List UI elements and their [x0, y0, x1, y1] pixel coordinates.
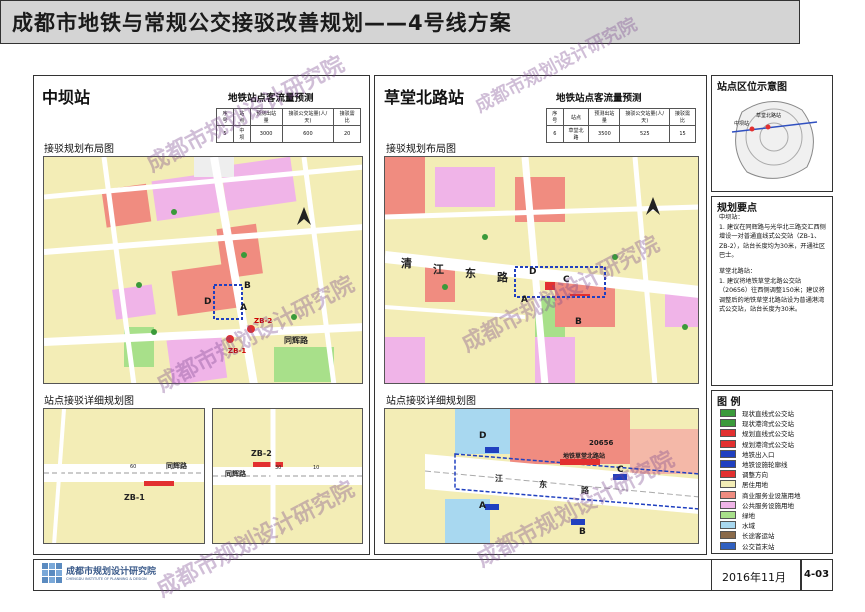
detail-exit-d-label: D	[479, 431, 487, 441]
note-line: 草堂北路站：	[719, 268, 757, 276]
detail-exit-a-label: A	[479, 501, 486, 511]
legend-swatch	[720, 490, 736, 499]
legend-swatch	[720, 419, 736, 428]
metro-exit-d-label: D	[204, 297, 212, 307]
legend-label: 居住用地	[742, 481, 768, 490]
metro-exit-b-label: B	[575, 317, 582, 327]
metro-exit-b-label: B	[244, 281, 251, 291]
left-detail-title: 站点接驳详细规划图	[44, 396, 134, 407]
page-title: 成都市地铁与常规公交接驳改善规划——4号线方案	[12, 11, 512, 35]
detail-dim-30: 30	[275, 465, 282, 471]
legend-swatch	[720, 500, 736, 509]
flow-header: 序号	[546, 108, 564, 126]
detail-exit-b-label: B	[579, 527, 586, 537]
left-detail-map-1-svg	[44, 409, 204, 543]
legend-swatch	[720, 470, 736, 479]
legend-swatch	[720, 521, 736, 530]
flow-cell: 600	[281, 125, 335, 143]
page-number: 4-03	[804, 569, 830, 580]
location-title: 站点区位示意图	[717, 82, 787, 93]
detail-road-label: 同辉路	[166, 462, 187, 470]
legend-swatch	[720, 449, 736, 458]
legend-swatch	[720, 511, 736, 519]
legend-swatch	[720, 480, 736, 489]
legend-label: 商业服务业设施用地	[742, 491, 801, 500]
legend-label: 规划直线式公交站	[742, 430, 794, 439]
legend-label: 公交首末站	[742, 542, 775, 551]
legend-swatch	[720, 531, 736, 540]
legend-label: 现状直线式公交站	[742, 410, 794, 418]
legend-label: 长途客运站	[742, 532, 775, 541]
key-points-text: 中坝站： 1. 建议在同辉路与光华北三路交汇西侧增设一对普通直线式公交站（ZB-…	[719, 213, 829, 315]
legend-label: 公共服务设施用地	[742, 501, 794, 510]
legend-swatch	[720, 409, 736, 417]
detail-dim-10: 10	[313, 465, 320, 471]
detail-stop-code: 20656	[589, 439, 614, 447]
legend-label: 现状港湾式公交站	[742, 420, 794, 429]
road-char-dong: 东	[465, 267, 476, 280]
metro-exit-d-label: D	[529, 267, 537, 277]
flow-header: 预测出站量	[588, 108, 621, 126]
legend-title: 图 例	[717, 397, 741, 408]
note-line: 中坝站：	[719, 214, 744, 221]
legend-swatch	[720, 439, 736, 448]
footer-date: 2016年11月	[722, 571, 786, 584]
key-points-title: 规划要点	[717, 203, 757, 214]
flow-cell: 3500	[588, 125, 621, 143]
detail-road-char-jiang: 江	[495, 474, 503, 483]
road-char-jiang: 江	[433, 263, 444, 276]
flow-cell: 525	[619, 125, 671, 143]
location-label-caotang: 草堂北路站	[756, 113, 782, 119]
legend-swatch	[720, 541, 736, 550]
flow-cell: 15	[669, 125, 696, 143]
title-bar: 成都市地铁与常规公交接驳改善规划——4号线方案	[0, 0, 800, 44]
org-name-en: CHENGDU INSTITUTE OF PLANNING & DESIGN	[66, 577, 147, 581]
org-logo-icon	[42, 563, 62, 583]
detail-zb2-label: ZB-2	[251, 449, 272, 458]
flow-header: 接驳公交站量(人/天)	[281, 108, 335, 126]
flow-cell: 草堂北路	[562, 125, 590, 143]
detail-road-label-2: 同辉路	[225, 470, 246, 478]
legend-label: 水域	[742, 522, 755, 531]
road-char-lu: 路	[497, 271, 508, 284]
legend-label: 地铁设施轮廓线	[742, 461, 788, 469]
right-layout-map[interactable]: 清 江 东 路 A B C D	[384, 156, 699, 384]
flow-cell: 3000	[249, 125, 283, 143]
org-name: 成都市规划设计研究院	[66, 567, 157, 577]
detail-stop-name: 地铁草堂北路站	[563, 453, 606, 460]
road-label-tonghui: 同辉路	[284, 336, 308, 345]
legend-swatch	[720, 429, 736, 438]
left-detail-map-1[interactable]: 同辉路 ZB-1 60	[43, 408, 205, 544]
flow-cell: 20	[333, 125, 361, 143]
legend-label: 绿地	[742, 512, 755, 520]
legend-label: 调整方向	[742, 471, 768, 480]
metro-exit-a-label: A	[240, 303, 247, 313]
right-layout-title: 接驳规划布局图	[386, 144, 456, 155]
flow-header: 接驳需比	[669, 108, 696, 126]
flow-header: 站点	[562, 108, 590, 126]
legend-label: 地铁出入口	[742, 450, 775, 459]
detail-dim-60: 60	[130, 464, 137, 470]
note-line: 1. 建议将地铁草堂北路公交站（20656）往西侧调整150米；建议将调整后的地…	[719, 277, 825, 314]
detail-zb1-label: ZB-1	[124, 493, 145, 502]
flow-cell: 6	[546, 125, 564, 143]
legend-label: 规划港湾式公交站	[742, 440, 794, 449]
detail-road-char-dong: 东	[539, 480, 547, 489]
legend-swatch	[720, 460, 736, 468]
right-detail-title: 站点接驳详细规划图	[386, 396, 476, 407]
flow-header: 接驳需比	[333, 108, 361, 126]
right-flow-table: 序号 站点 预测出站量 接驳公交站量(人/天) 接驳需比 6 草堂北路 3500…	[546, 108, 696, 143]
left-station-name: 中坝站	[42, 88, 91, 107]
location-label-zhongba: 中坝站	[734, 121, 750, 127]
right-station-name: 草堂北路站	[384, 88, 465, 107]
flow-header: 接驳公交站量(人/天)	[619, 108, 671, 126]
location-map[interactable]	[722, 92, 826, 188]
left-layout-title: 接驳规划布局图	[44, 144, 114, 155]
org-logo	[42, 563, 62, 583]
right-flow-title: 地铁站点客流量预测	[556, 93, 642, 104]
note-line: 1. 建议在同辉路与光华北三路交汇西侧增设一对普通直线式公交站（ZB-1、ZB-…	[719, 223, 826, 260]
road-char-qing: 清	[401, 257, 412, 270]
